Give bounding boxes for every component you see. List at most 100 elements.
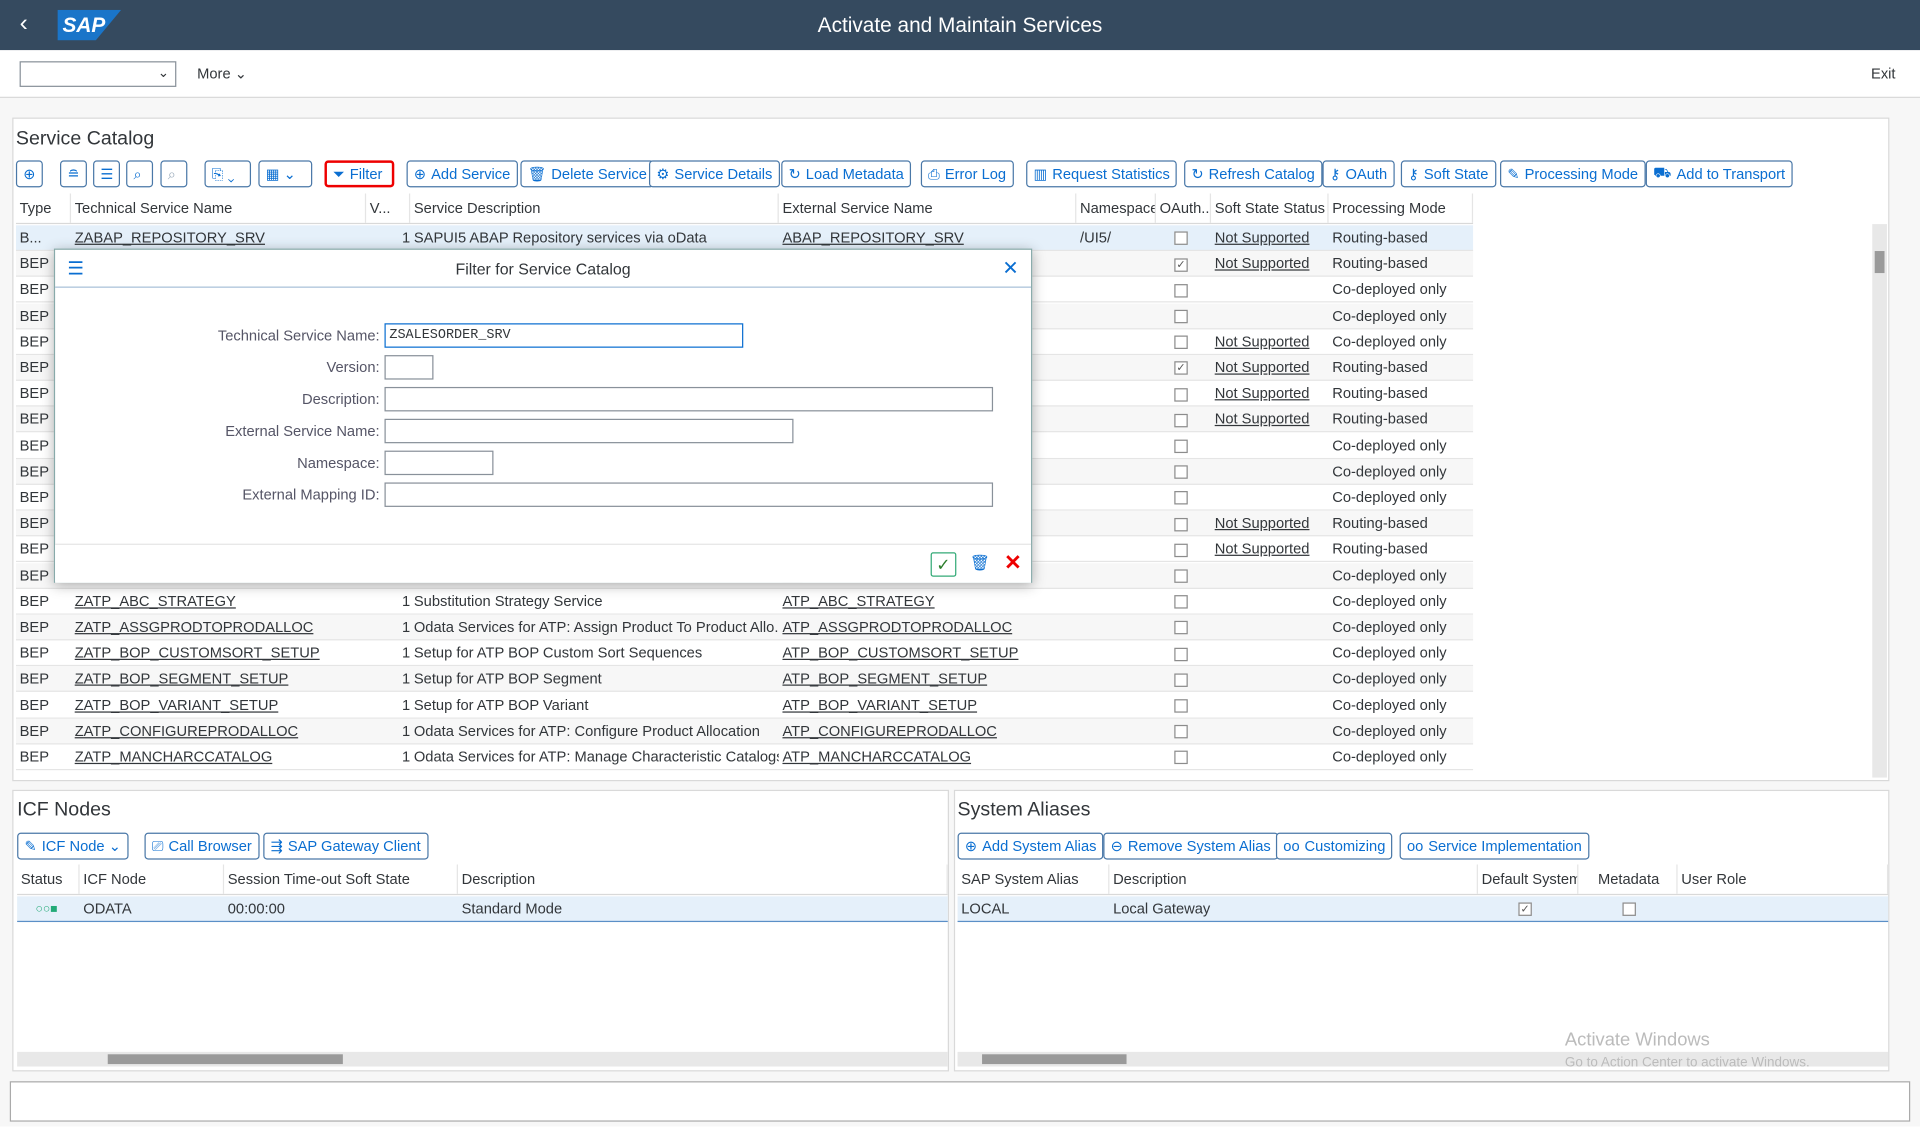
- filter-button[interactable]: ⏷ Filter: [324, 160, 395, 188]
- col-description[interactable]: Description: [458, 864, 948, 894]
- error-log-button[interactable]: ⎙ Error Log: [920, 160, 1014, 188]
- sort-ascending-icon[interactable]: ≘: [60, 160, 87, 188]
- icf-node-menu[interactable]: ✎ ICF Node ⌄: [17, 832, 129, 860]
- col-timeout[interactable]: Session Time-out Soft State: [224, 864, 458, 894]
- cell-v: 1: [402, 748, 411, 766]
- oauth-checkbox[interactable]: [1174, 517, 1188, 531]
- cell-mode: Co-deployed only: [1332, 280, 1447, 299]
- col-service-description[interactable]: Service Description: [410, 193, 779, 223]
- gateway-client-button[interactable]: ⇶ SAP Gateway Client: [263, 832, 429, 860]
- oauth-checkbox[interactable]: [1174, 595, 1188, 609]
- oauth-checkbox[interactable]: [1174, 335, 1188, 350]
- table-row[interactable]: BEP ZATP_BOP_SEGMENT_SETUP 1 Setup for ATP …: [15, 666, 1474, 693]
- processing-mode-button[interactable]: ✎ Processing Mode: [1500, 160, 1646, 188]
- metadata-checkbox[interactable]: [1622, 902, 1636, 917]
- command-dropdown[interactable]: ⌄: [19, 61, 177, 87]
- scrollbar-thumb[interactable]: [107, 1054, 343, 1065]
- table-row[interactable]: LOCAL Local Gateway ✓: [957, 896, 1889, 923]
- col-soft-state-status[interactable]: Soft State Status: [1211, 193, 1329, 223]
- oauth-button[interactable]: ⚷ OAuth: [1322, 160, 1395, 188]
- add-to-transport-button[interactable]: ⛟ Add to Transport: [1645, 160, 1793, 188]
- call-browser-button[interactable]: ⎚ Call Browser: [144, 832, 260, 860]
- cancel-x-icon[interactable]: ✕: [1004, 551, 1021, 575]
- col-user-role[interactable]: User Role: [1678, 864, 1889, 894]
- oauth-checkbox[interactable]: [1174, 543, 1188, 557]
- remove-system-alias-button[interactable]: ⊖ Remove System Alias: [1103, 832, 1279, 860]
- oauth-checkbox[interactable]: [1174, 569, 1188, 583]
- oauth-checkbox[interactable]: [1174, 413, 1188, 428]
- filter-field[interactable]: [384, 482, 994, 507]
- refresh-catalog-button[interactable]: ↻ Refresh Catalog: [1184, 160, 1323, 188]
- table-row[interactable]: BEP ZATP_CONFIGUREPRODALLOC 1 Odata Service…: [15, 718, 1474, 745]
- oauth-checkbox[interactable]: [1174, 231, 1188, 246]
- filter-field[interactable]: [384, 386, 994, 412]
- oauth-checkbox[interactable]: [1174, 621, 1188, 635]
- col-processing-mode[interactable]: Processing Mode: [1329, 193, 1474, 223]
- oauth-checkbox[interactable]: [1174, 309, 1188, 324]
- sort-descending-icon[interactable]: ☰: [93, 160, 121, 188]
- close-icon[interactable]: ✕: [1002, 256, 1018, 280]
- col-default-system[interactable]: Default System: [1478, 864, 1579, 894]
- exit-button[interactable]: Exit: [1871, 65, 1896, 82]
- soft-state-button[interactable]: ⚷ Soft State: [1400, 160, 1496, 188]
- filter-field[interactable]: [384, 355, 434, 380]
- table-row[interactable]: BEP ZATP_BOP_CUSTOMSORT_SETUP 1 Setup for A…: [15, 641, 1474, 667]
- table-row[interactable]: BEP ZATP_MANCHARCCATALOG 1 Odata Services f…: [15, 744, 1474, 771]
- request-statistics-button[interactable]: ▥ Request Statistics: [1026, 160, 1178, 188]
- export-menu[interactable]: ⎘ ⌄: [204, 160, 252, 188]
- oauth-checkbox[interactable]: [1174, 673, 1188, 687]
- load-metadata-button[interactable]: ↻ Load Metadata: [781, 160, 912, 188]
- horizontal-scrollbar[interactable]: [17, 1051, 948, 1067]
- col-external-service-name[interactable]: External Service Name: [779, 193, 1077, 223]
- oauth-checkbox[interactable]: ✓: [1174, 257, 1188, 272]
- search-icon[interactable]: ⌕: [126, 160, 154, 188]
- oauth-checkbox[interactable]: [1174, 387, 1188, 402]
- scrollbar-thumb[interactable]: [982, 1054, 1127, 1065]
- filter-field[interactable]: [384, 418, 794, 444]
- funnel-icon: ⏷: [333, 164, 345, 182]
- add-service-button[interactable]: ⊕ Add Service: [406, 160, 518, 188]
- table-row[interactable]: BEP ZATP_ABC_STRATEGY 1 Substitution Strate…: [15, 589, 1474, 615]
- oauth-checkbox[interactable]: [1174, 699, 1188, 713]
- confirm-check-icon[interactable]: ✓: [930, 552, 957, 577]
- filter-field[interactable]: ZSALESORDER_SRV: [384, 323, 744, 348]
- vertical-scrollbar[interactable]: [1872, 224, 1887, 778]
- oauth-checkbox[interactable]: [1174, 491, 1188, 505]
- table-row[interactable]: BEP ZATP_ASSGPRODTOPRODALLOC 1 Odata Servic…: [15, 614, 1474, 641]
- filter-field[interactable]: [384, 450, 494, 476]
- cell-mode: Routing-based: [1332, 358, 1428, 376]
- service-details-button[interactable]: ⚙ Service Details: [648, 160, 780, 188]
- default-system-checkbox[interactable]: ✓: [1518, 902, 1532, 917]
- col-version[interactable]: V...: [366, 193, 411, 223]
- delete-service-button[interactable]: 🗑 Delete Service: [520, 160, 655, 188]
- oauth-checkbox[interactable]: [1174, 465, 1188, 479]
- trash-icon[interactable]: 🗑: [970, 553, 990, 573]
- oauth-checkbox[interactable]: [1174, 725, 1188, 739]
- col-system-alias[interactable]: SAP System Alias: [958, 864, 1110, 894]
- col-technical-service-name[interactable]: Technical Service Name: [71, 193, 367, 223]
- oauth-checkbox[interactable]: [1174, 283, 1188, 298]
- scrollbar-thumb[interactable]: [1874, 251, 1885, 274]
- table-row[interactable]: BEP ZATP_BOP_VARIANT_SETUP 1 Setup for ATP …: [15, 693, 1474, 719]
- col-metadata[interactable]: Metadata: [1578, 864, 1678, 894]
- col-icf-node[interactable]: ICF Node: [80, 864, 225, 894]
- search-next-icon[interactable]: ⌕: [160, 160, 188, 188]
- layout-menu[interactable]: ▦ ⌄: [258, 160, 313, 188]
- col-namespace[interactable]: Namespace: [1076, 193, 1156, 223]
- service-implementation-button[interactable]: oo Service Implementation: [1399, 832, 1590, 860]
- table-row[interactable]: B... ZABAP_REPOSITORY_SRV 1 SAPUI5 ABAP Rep…: [15, 225, 1474, 252]
- cell-mode: Co-deployed only: [1332, 644, 1447, 662]
- oauth-checkbox[interactable]: [1174, 751, 1188, 765]
- oauth-checkbox[interactable]: [1174, 647, 1188, 661]
- col-type[interactable]: Type: [16, 193, 72, 223]
- col-status[interactable]: Status: [17, 864, 80, 894]
- col-description[interactable]: Description: [1109, 864, 1478, 894]
- col-oauth[interactable]: OAuth...: [1156, 193, 1212, 223]
- customizing-button[interactable]: oo Customizing: [1275, 832, 1393, 860]
- add-system-alias-button[interactable]: ⊕ Add System Alias: [957, 832, 1104, 860]
- oauth-checkbox[interactable]: [1174, 439, 1188, 453]
- table-row[interactable]: ○○■ ODATA 00:00:00 Standard Mode: [17, 896, 948, 923]
- zoom-icon[interactable]: ⊕: [15, 160, 43, 188]
- more-menu[interactable]: More ⌄: [197, 65, 247, 82]
- oauth-checkbox[interactable]: ✓: [1174, 361, 1188, 376]
